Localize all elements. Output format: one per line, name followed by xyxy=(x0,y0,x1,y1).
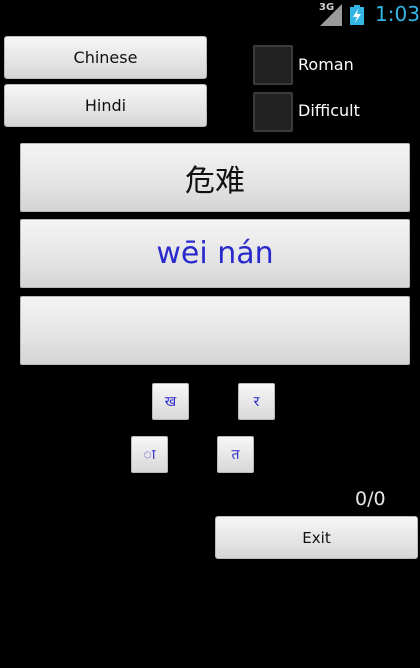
signal-icon xyxy=(320,4,342,26)
score-counter: 0/0 xyxy=(355,488,386,510)
letter-button[interactable]: ख xyxy=(152,383,189,420)
battery-charging-icon xyxy=(350,5,364,25)
exit-button[interactable]: Exit xyxy=(215,516,418,559)
letter-button[interactable]: ा xyxy=(131,436,168,473)
roman-checkbox[interactable] xyxy=(253,45,293,85)
difficult-label: Difficult xyxy=(298,101,360,120)
pinyin-card[interactable]: wēi nán xyxy=(20,219,410,288)
roman-label: Roman xyxy=(298,55,354,74)
difficult-checkbox[interactable] xyxy=(253,92,293,132)
hindi-button[interactable]: Hindi xyxy=(4,84,207,127)
status-bar: 3G 1:03 xyxy=(0,0,420,30)
answer-card[interactable] xyxy=(20,296,410,365)
chinese-button[interactable]: Chinese xyxy=(4,36,207,79)
word-card[interactable]: 危难 xyxy=(20,143,410,212)
clock: 1:03 xyxy=(375,2,420,26)
word-pinyin: wēi nán xyxy=(156,236,274,271)
letter-button[interactable]: र xyxy=(238,383,275,420)
word-characters: 危难 xyxy=(185,163,245,199)
letter-button[interactable]: त xyxy=(217,436,254,473)
